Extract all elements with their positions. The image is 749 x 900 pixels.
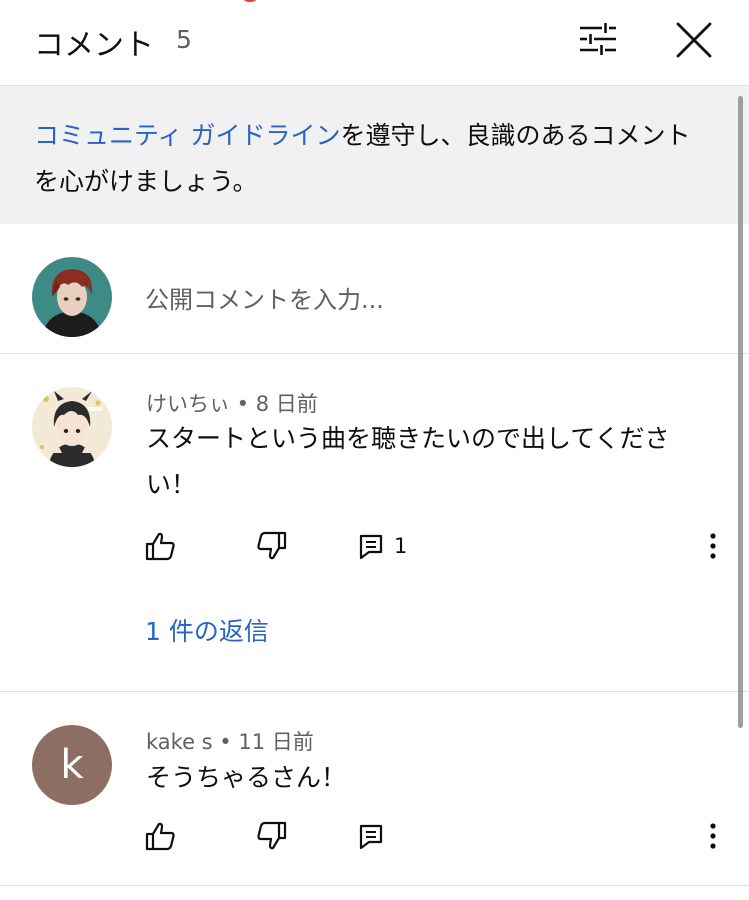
comment-author[interactable]: けいちぃ — [146, 392, 230, 416]
reply-count: 1 — [394, 534, 408, 558]
comment-author[interactable]: kake s — [146, 730, 213, 754]
reply-button[interactable]: 1 — [358, 526, 407, 566]
sort-filter-button[interactable] — [575, 18, 621, 60]
comment-time: 11 日前 — [238, 730, 314, 754]
reply-button[interactable] — [358, 816, 384, 856]
comment-actions: 1 — [0, 526, 749, 566]
community-guidelines-link[interactable]: コミュニティ ガイドライン — [34, 121, 340, 150]
comment-text: そうちゃるさん！ — [146, 763, 347, 792]
thumbs-up-icon — [145, 532, 175, 561]
close-button[interactable] — [672, 18, 716, 62]
current-user-avatar — [32, 257, 112, 337]
sliders-icon — [580, 23, 616, 55]
more-options-button[interactable] — [700, 526, 726, 566]
dislike-button[interactable] — [256, 816, 288, 856]
thumbs-down-icon — [257, 531, 287, 560]
view-replies-link[interactable]: 1 件の返信 — [145, 612, 269, 648]
like-button[interactable] — [144, 526, 176, 566]
comment-item: けいちぃ • 8 日前 スタートという曲を聴きたいので出してください！ 1 1 … — [0, 354, 749, 692]
more-vert-icon — [710, 533, 716, 559]
comment-input-row: 公開コメントを入力... — [0, 224, 749, 354]
more-options-button[interactable] — [700, 816, 726, 856]
thumbs-up-icon — [145, 822, 175, 851]
community-guidelines-banner: コミュニティ ガイドラインを遵守し、良識のあるコメントを心がけましょう。 — [0, 86, 749, 224]
reply-comment-icon — [359, 534, 383, 559]
dislike-button[interactable] — [256, 526, 288, 566]
scrollbar[interactable] — [738, 96, 743, 728]
close-icon — [676, 22, 712, 58]
reply-comment-icon — [359, 824, 383, 849]
comment-time: 8 日前 — [255, 392, 318, 416]
comment-input[interactable]: 公開コメントを入力... — [145, 280, 384, 315]
comment-text: スタートという曲を聴きたいので出してください！ — [146, 424, 670, 499]
more-vert-icon — [710, 823, 716, 849]
commenter-avatar[interactable]: k — [32, 725, 112, 805]
comment-item: k kake s • 11 日前 そうちゃるさん！ — [0, 692, 749, 886]
comments-count: 5 — [176, 25, 192, 54]
comment-actions — [0, 816, 749, 856]
comment-meta: kake s • 11 日前 — [146, 730, 314, 754]
comments-header: コメント 5 — [0, 0, 749, 86]
comment-meta: けいちぃ • 8 日前 — [146, 392, 318, 416]
thumbs-down-icon — [257, 821, 287, 850]
commenter-avatar[interactable] — [32, 387, 112, 467]
like-button[interactable] — [144, 816, 176, 856]
comments-title: コメント — [34, 28, 154, 63]
